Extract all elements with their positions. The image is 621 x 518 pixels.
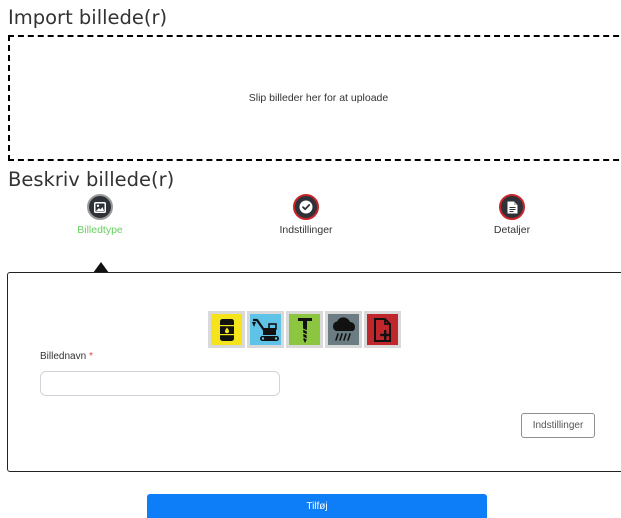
oil-barrel-icon[interactable] bbox=[208, 311, 245, 348]
drill-icon[interactable] bbox=[286, 311, 323, 348]
excavator-icon[interactable] bbox=[247, 311, 284, 348]
add-button[interactable]: Tilføj bbox=[147, 494, 487, 518]
step-indstillinger[interactable]: Indstillinger bbox=[256, 194, 356, 237]
describe-title: Beskriv billede(r) bbox=[8, 168, 175, 191]
step-label-detaljer: Detaljer bbox=[493, 224, 531, 236]
step-label-billedtype: Billedtype bbox=[77, 224, 123, 236]
step-billedtype[interactable]: Billedtype bbox=[50, 194, 150, 237]
step-detaljer[interactable]: Detaljer bbox=[462, 194, 562, 237]
name-label-text: Billednavn bbox=[40, 351, 87, 362]
import-page: Import billede(r) Slip billeder her for … bbox=[0, 0, 621, 518]
document-icon bbox=[499, 194, 525, 220]
import-title: Import billede(r) bbox=[8, 6, 168, 29]
name-label: Billednavn * bbox=[40, 351, 93, 362]
image-name-input[interactable] bbox=[40, 371, 280, 396]
check-icon bbox=[293, 194, 319, 220]
dropzone-text: Slip billeder her for at uploade bbox=[248, 92, 389, 104]
settings-button[interactable]: Indstillinger bbox=[521, 413, 595, 438]
add-document-icon[interactable] bbox=[364, 311, 401, 348]
image-icon bbox=[87, 194, 113, 220]
image-type-selector bbox=[208, 311, 401, 348]
image-dropzone[interactable]: Slip billeder her for at uploade bbox=[8, 35, 621, 161]
rain-cloud-icon[interactable] bbox=[325, 311, 362, 348]
required-marker: * bbox=[88, 351, 93, 362]
step-label-indstillinger: Indstillinger bbox=[279, 224, 333, 236]
